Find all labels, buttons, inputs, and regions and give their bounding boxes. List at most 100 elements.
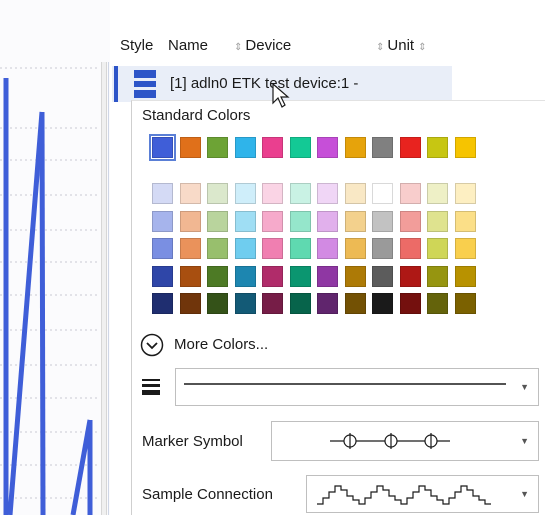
signal-trace [3,78,93,515]
mouse-cursor-icon [272,83,290,108]
theme-color-swatch[interactable] [262,265,283,287]
theme-color-swatch[interactable] [152,210,173,232]
theme-color-swatch[interactable] [207,293,228,314]
marker-symbol-label: Marker Symbol [142,433,243,450]
theme-color-swatch[interactable] [454,183,476,204]
theme-color-swatch[interactable] [454,210,476,232]
theme-color-swatch[interactable] [317,183,338,204]
sort-icon: ⇕ [234,42,243,53]
theme-color-swatch[interactable] [344,293,366,314]
theme-color-swatch[interactable] [207,265,228,287]
line-style-preview [184,383,506,385]
theme-color-swatch[interactable] [427,238,448,259]
theme-color-swatch[interactable] [234,265,256,287]
theme-color-swatch[interactable] [344,210,366,232]
theme-color-swatch[interactable] [344,183,366,204]
style-dropdown-panel: Standard Colors More Colors... ▼ Marker … [131,100,545,515]
sample-connection-preview [317,485,491,505]
theme-color-swatch[interactable] [372,265,393,287]
theme-color-swatch[interactable] [289,238,311,259]
selection-marker [114,66,118,102]
chevron-down-circle-icon [140,333,164,357]
style-swatch-button[interactable] [134,70,156,98]
sort-icon: ⇕ [376,42,385,53]
theme-color-swatch[interactable] [207,210,228,232]
standard-color-swatch[interactable] [262,137,283,158]
theme-color-swatch[interactable] [399,238,421,259]
signal-trace-plot [0,67,100,515]
splitter[interactable] [101,62,107,515]
theme-color-swatch[interactable] [179,293,201,314]
divider [108,62,109,515]
theme-color-swatch[interactable] [427,210,448,232]
more-colors-label: More Colors... [174,336,269,353]
theme-color-swatch[interactable] [427,183,448,204]
theme-color-swatch[interactable] [317,293,338,314]
theme-color-swatch[interactable] [317,265,338,287]
standard-color-swatch[interactable] [149,134,176,161]
theme-color-swatch[interactable] [317,238,338,259]
theme-color-swatch[interactable] [372,183,393,204]
theme-color-swatch[interactable] [289,265,311,287]
theme-color-swatch[interactable] [289,183,311,204]
theme-color-swatch[interactable] [152,293,173,314]
theme-color-swatch[interactable] [262,210,283,232]
column-style[interactable]: Style [120,37,153,54]
standard-color-swatch[interactable] [399,137,421,158]
theme-color-swatch[interactable] [372,293,393,314]
standard-color-swatch[interactable] [317,137,338,158]
theme-color-swatch[interactable] [179,210,201,232]
standard-color-swatch[interactable] [427,137,448,158]
signal-row-label: [1] adln0 ETK test device:1 - [170,75,359,92]
theme-color-swatch[interactable] [289,293,311,314]
theme-color-swatch[interactable] [152,183,173,204]
column-name[interactable]: Name [168,37,208,54]
sort-icon: ⇕ [418,42,427,53]
line-style-dropdown[interactable]: ▼ [175,368,539,406]
theme-color-swatch[interactable] [427,293,448,314]
theme-color-swatch[interactable] [234,210,256,232]
standard-color-swatch[interactable] [207,137,228,158]
sample-connection-dropdown[interactable]: ▼ [306,475,539,513]
theme-color-swatch[interactable] [262,293,283,314]
marker-symbol-preview [330,433,450,449]
theme-color-swatch[interactable] [344,238,366,259]
theme-color-swatch[interactable] [399,183,421,204]
theme-color-swatch[interactable] [152,265,173,287]
theme-color-swatch[interactable] [454,293,476,314]
theme-color-swatch[interactable] [454,265,476,287]
column-unit[interactable]: ⇕ Unit ⇕ [376,37,426,54]
line-width-icon[interactable] [142,378,160,396]
theme-color-swatch[interactable] [454,238,476,259]
theme-color-swatch[interactable] [372,238,393,259]
theme-color-swatch[interactable] [344,265,366,287]
theme-color-swatch[interactable] [399,293,421,314]
theme-color-swatch[interactable] [234,183,256,204]
chevron-down-icon: ▼ [520,382,529,392]
theme-color-swatch[interactable] [372,210,393,232]
theme-color-swatch[interactable] [399,210,421,232]
theme-color-swatch[interactable] [289,210,311,232]
theme-color-swatch[interactable] [152,238,173,259]
theme-color-swatch[interactable] [234,238,256,259]
theme-color-swatch[interactable] [207,183,228,204]
theme-color-swatch[interactable] [179,265,201,287]
theme-color-swatch[interactable] [179,183,201,204]
standard-color-swatch[interactable] [234,137,256,158]
theme-color-swatch[interactable] [317,210,338,232]
standard-color-swatch[interactable] [454,137,476,158]
standard-colors-label: Standard Colors [142,107,251,124]
theme-color-swatch[interactable] [234,293,256,314]
standard-color-swatch[interactable] [372,137,393,158]
theme-color-swatch[interactable] [207,238,228,259]
theme-color-swatch[interactable] [427,265,448,287]
theme-color-swatch[interactable] [399,265,421,287]
marker-symbol-dropdown[interactable]: ▼ [271,421,539,461]
theme-color-swatch[interactable] [262,183,283,204]
standard-color-swatch[interactable] [289,137,311,158]
column-device[interactable]: ⇕ Device [234,37,291,54]
theme-color-swatch[interactable] [262,238,283,259]
theme-color-swatch[interactable] [179,238,201,259]
standard-color-swatch[interactable] [344,137,366,158]
standard-color-swatch[interactable] [179,137,201,158]
